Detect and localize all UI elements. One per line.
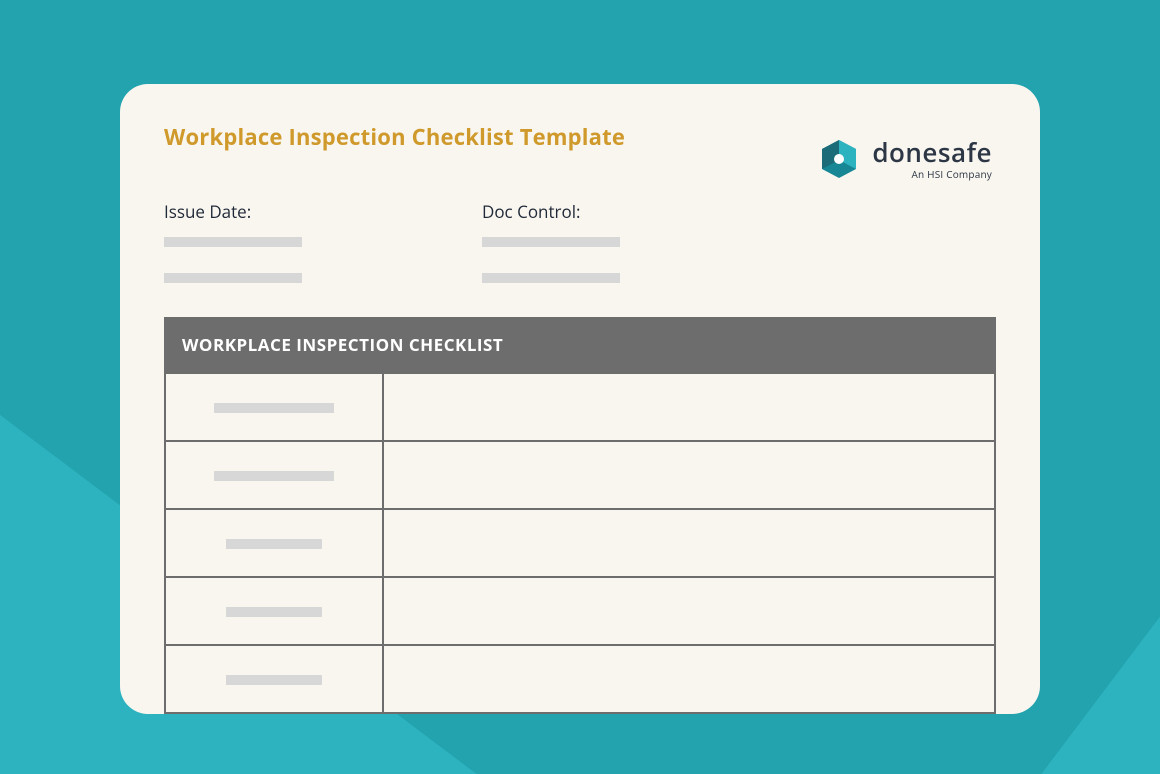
placeholder-line (226, 675, 322, 685)
row-value-cell (383, 441, 995, 509)
meta-fields: Issue Date: Doc Control: (164, 200, 996, 309)
issue-date-label: Issue Date: (164, 200, 302, 223)
row-label-cell (165, 441, 383, 509)
placeholder-line (164, 237, 302, 247)
row-label-cell (165, 577, 383, 645)
placeholder-line (164, 273, 302, 283)
row-value-cell (383, 509, 995, 577)
row-label-cell (165, 645, 383, 713)
document-card: Workplace Inspection Checklist Template … (120, 84, 1040, 714)
doc-control-label: Doc Control: (482, 200, 620, 223)
doc-title: Workplace Inspection Checklist Template (164, 122, 625, 152)
placeholder-line (226, 539, 322, 549)
placeholder-line (482, 237, 620, 247)
table-row (165, 509, 995, 577)
table-row (165, 373, 995, 441)
row-label-cell (165, 373, 383, 441)
background: Workplace Inspection Checklist Template … (0, 0, 1160, 774)
header-row: Workplace Inspection Checklist Template … (164, 120, 996, 180)
row-value-cell (383, 713, 995, 714)
table-row (165, 577, 995, 645)
row-label-cell (165, 509, 383, 577)
placeholder-line (214, 471, 334, 481)
row-value-cell (383, 645, 995, 713)
placeholder-line (226, 607, 322, 617)
row-value-cell (383, 373, 995, 441)
table-row (165, 713, 995, 714)
brand-logo: donesafe An HSI Company (818, 138, 992, 180)
row-value-cell (383, 577, 995, 645)
placeholder-line (214, 403, 334, 413)
checklist-grid (164, 372, 996, 714)
table-row (165, 441, 995, 509)
issue-date-field: Issue Date: (164, 200, 302, 309)
brand-name: donesafe (872, 139, 992, 165)
table-header: WORKPLACE INSPECTION CHECKLIST (164, 317, 996, 372)
brand-tagline: An HSI Company (872, 169, 992, 179)
brand-text: donesafe An HSI Company (872, 139, 992, 179)
doc-control-field: Doc Control: (482, 200, 620, 309)
table-row (165, 645, 995, 713)
checklist-table: WORKPLACE INSPECTION CHECKLIST (164, 317, 996, 714)
placeholder-line (482, 273, 620, 283)
hexagon-icon (818, 138, 860, 180)
row-label-cell (165, 713, 383, 714)
